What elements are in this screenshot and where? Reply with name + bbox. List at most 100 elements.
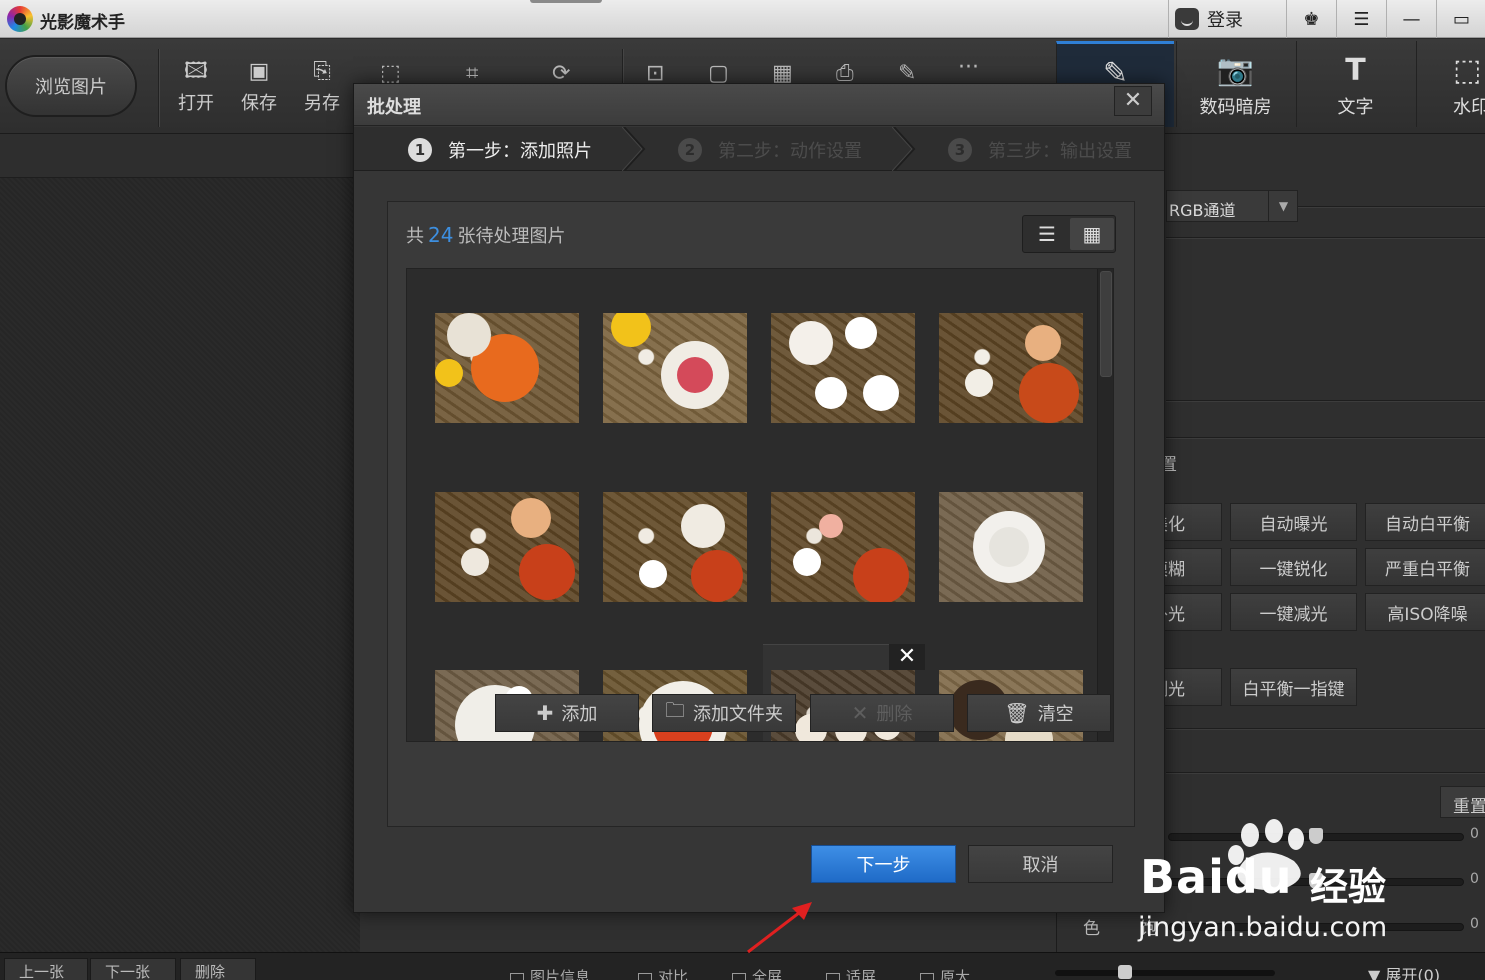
reduce-light-button[interactable]: 一键减光 [1230, 593, 1357, 631]
add-button[interactable]: ✚ 添加 [495, 694, 639, 732]
more-icon[interactable]: ··· [958, 55, 979, 80]
photo-thumbnail-dough-balls[interactable] [771, 313, 915, 423]
watermark-icon: ⬚ [1453, 53, 1482, 88]
fullscreen-button[interactable]: 全屏 [732, 966, 782, 980]
scrollbar-thumb[interactable] [1100, 271, 1112, 377]
plus-icon: ✚ [536, 701, 554, 725]
text-icon: T [1345, 53, 1366, 88]
expand-button[interactable]: ▼ 展开(0) [1368, 962, 1440, 980]
image-info-button[interactable]: 图片信息 [510, 966, 590, 980]
photo-detail [815, 377, 847, 409]
folder-icon: 🗀 [665, 698, 685, 722]
cancel-button[interactable]: 取消 [968, 845, 1113, 883]
blur-button[interactable]: 模糊 [1160, 548, 1222, 586]
app-title: 光影魔术手 [40, 13, 125, 33]
chevron-down-icon[interactable]: ▼ [1268, 190, 1298, 222]
open-label: 打开 [178, 93, 214, 114]
prev-image-button[interactable]: 上一张 [4, 958, 88, 980]
grid-icon: ▦ [1082, 222, 1102, 246]
reset-button[interactable]: 重置 [1440, 786, 1485, 818]
photo-detail [639, 560, 667, 588]
fit-icon [826, 972, 840, 980]
skin-button[interactable]: ♚ [1286, 0, 1336, 38]
beautify-button[interactable]: 美化 [1160, 503, 1222, 541]
zoom-slider[interactable] [1055, 970, 1275, 976]
list-view-button[interactable]: ☰ [1025, 218, 1069, 250]
original-size-icon [920, 972, 934, 980]
photo-detail [965, 369, 993, 397]
open-button[interactable]: 🖾 打开 [166, 57, 226, 117]
tab-darkroom[interactable]: 📷 数码暗房 [1176, 41, 1294, 127]
fullscreen-label: 全屏 [752, 968, 783, 980]
maximize-button[interactable]: ▭ [1436, 0, 1485, 38]
clear-label: 清空 [1037, 704, 1074, 725]
high-iso-denoise-button[interactable]: 高ISO降噪 [1365, 593, 1485, 631]
compare-icon [638, 972, 652, 980]
tab-watermark-label: 水印 [1453, 97, 1485, 118]
photo-detail [989, 527, 1029, 567]
next-image-button[interactable]: 下一张 [90, 958, 176, 980]
photo-thumbnail-rolling-dough-2[interactable] [435, 492, 579, 602]
step-3: 3 第三步：输出设置 [948, 137, 1132, 163]
auto-exposure-button[interactable]: 自动曝光 [1230, 503, 1357, 541]
menu-button[interactable]: ☰ [1336, 0, 1386, 38]
brightness-value: 0 [1470, 826, 1479, 842]
close-button[interactable]: ✕ [1114, 86, 1152, 116]
divider [1166, 728, 1485, 729]
photo-detail [681, 504, 725, 548]
original-size-button[interactable]: 原大 [920, 966, 970, 980]
photo-detail [691, 550, 743, 602]
next-step-button[interactable]: 下一步 [811, 845, 956, 883]
step-number: 1 [408, 138, 432, 162]
step-number: 2 [678, 138, 702, 162]
photo-thumbnail-rolling-dough[interactable] [939, 313, 1083, 423]
auto-white-balance-button[interactable]: 自动白平衡 [1365, 503, 1485, 541]
sharpen-button[interactable]: 一键锐化 [1230, 548, 1357, 586]
grid-scrollbar[interactable] [1097, 269, 1113, 741]
app-logo-icon [7, 6, 33, 32]
brightness-slider-thumb[interactable] [1309, 828, 1323, 844]
severe-white-balance-button[interactable]: 严重白平衡 [1365, 548, 1485, 586]
add-folder-label: 添加文件夹 [693, 704, 783, 725]
photo-thumbnail-rolling-dough-3[interactable] [603, 492, 747, 602]
photo-grid[interactable]: ✕ [406, 268, 1114, 742]
grid-view-button[interactable]: ▦ [1070, 218, 1114, 250]
expand-label: 展开(0) [1385, 966, 1441, 980]
count-value: 24 [428, 223, 454, 247]
step-chevron-icon [892, 127, 916, 171]
photo-detail [845, 317, 877, 349]
white-balance-picker-button[interactable]: 白平衡一指键 [1230, 668, 1357, 706]
photo-thumbnail-spice-bowl[interactable] [603, 313, 747, 423]
photo-thumbnail-packaged-buns[interactable] [939, 492, 1083, 602]
fill-light-button[interactable]: 补光 [1160, 593, 1222, 631]
compare-button[interactable]: 对比 [638, 966, 688, 980]
delete-image-button[interactable]: 删除 [180, 958, 256, 980]
clear-button[interactable]: 🗑 清空 [967, 694, 1111, 732]
zoom-slider-thumb[interactable] [1118, 965, 1132, 979]
step-2: 2 第二步：动作设置 [678, 137, 862, 163]
step-label: 第三步：输出设置 [988, 141, 1132, 162]
remove-thumbnail-icon[interactable]: ✕ [889, 644, 925, 670]
minimize-button[interactable]: — [1386, 0, 1436, 38]
triangle-down-icon: ▼ [1368, 966, 1386, 980]
photo-thumbnail-wrapping-dumpling[interactable] [771, 492, 915, 602]
user-icon [1175, 8, 1199, 30]
annotation-arrow-icon [747, 902, 812, 954]
photo-thumbnail-carrot-plate[interactable] [435, 313, 579, 423]
save-button[interactable]: ▣ 保存 [229, 57, 289, 117]
photo-count: 共 24 张待处理图片 [406, 222, 565, 248]
fit-screen-button[interactable]: 适屏 [826, 966, 876, 980]
add-folder-button[interactable]: 🗀 添加文件夹 [652, 694, 796, 732]
step-label: 第一步：添加照片 [448, 141, 592, 162]
add-label: 添加 [561, 704, 598, 725]
login-button[interactable]: 登录 [1168, 0, 1286, 38]
metering-button[interactable]: 测光 [1160, 668, 1222, 706]
watermark-brand: Baidu [1140, 850, 1293, 904]
save-as-button[interactable]: ⎘ 另存 [292, 57, 352, 117]
tab-text[interactable]: T 文字 [1296, 41, 1414, 127]
tab-watermark[interactable]: ⬚ 水印 [1416, 41, 1485, 127]
step-number: 3 [948, 138, 972, 162]
browse-images-button[interactable]: 浏览图片 [5, 55, 137, 117]
delete-button[interactable]: ✕ 删除 [810, 694, 954, 732]
image-info-label: 图片信息 [530, 968, 591, 980]
